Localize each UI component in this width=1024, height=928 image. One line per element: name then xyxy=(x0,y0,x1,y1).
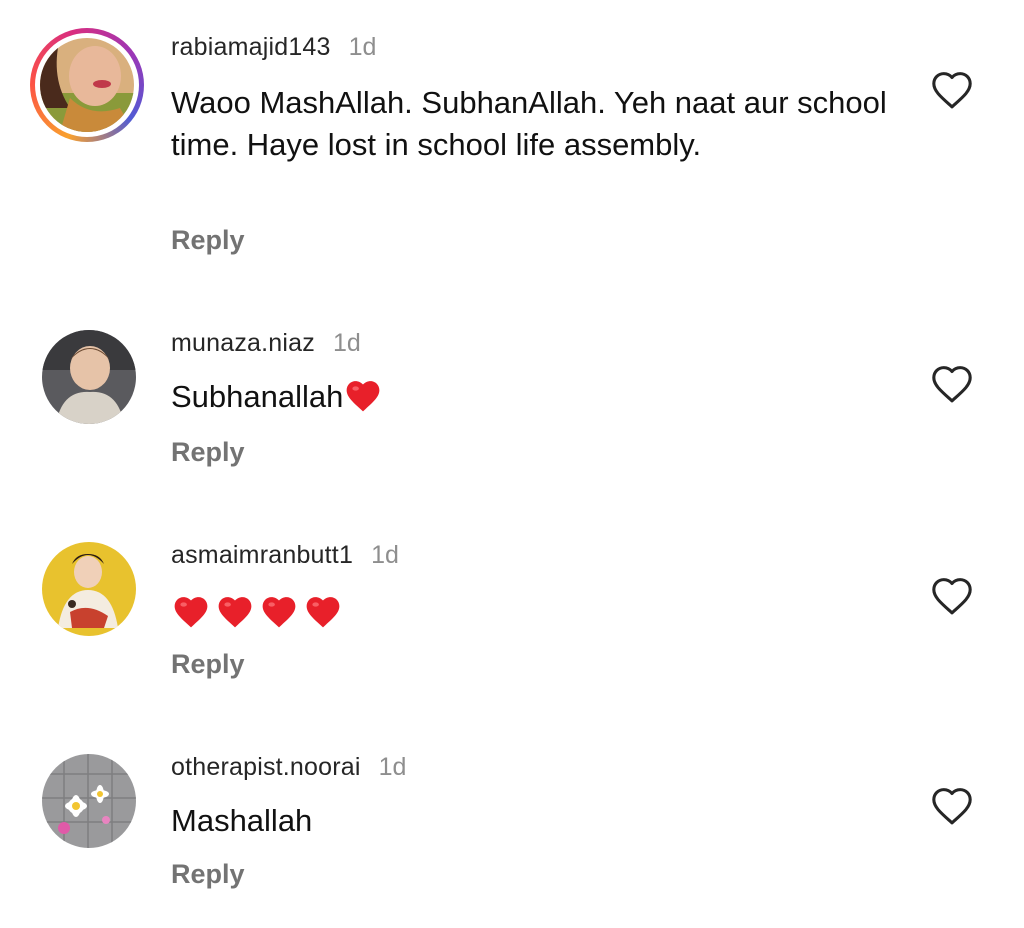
comment-meta: rabiamajid143 1d xyxy=(171,32,376,62)
like-icon[interactable] xyxy=(930,576,974,616)
comment-text xyxy=(171,588,891,630)
username[interactable]: rabiamajid143 xyxy=(171,33,331,61)
comment-text-body: Subhanallah xyxy=(171,379,344,414)
avatar[interactable] xyxy=(42,330,136,424)
story-ring[interactable] xyxy=(30,28,144,142)
like-icon[interactable] xyxy=(930,786,974,826)
comment-meta: otherapist.noorai 1d xyxy=(171,752,406,782)
like-icon[interactable] xyxy=(930,70,974,110)
reply-button[interactable]: Reply xyxy=(171,436,245,468)
reply-button[interactable]: Reply xyxy=(171,224,245,256)
heart-emoji-icon xyxy=(306,596,340,628)
avatar[interactable] xyxy=(42,542,136,636)
comment-text: Subhanallah xyxy=(171,376,891,424)
heart-emojis xyxy=(171,593,343,629)
timestamp: 1d xyxy=(378,753,407,781)
reply-button[interactable]: Reply xyxy=(171,858,245,890)
username[interactable]: asmaimranbutt1 xyxy=(171,541,353,569)
comment-item: asmaimranbutt1 1d Reply xyxy=(0,512,1024,712)
timestamp: 1d xyxy=(348,33,377,61)
heart-emoji-icon xyxy=(174,596,208,628)
reply-button[interactable]: Reply xyxy=(171,648,245,680)
timestamp: 1d xyxy=(371,541,399,569)
timestamp: 1d xyxy=(332,329,361,357)
username[interactable]: munaza.niaz xyxy=(171,329,315,357)
heart-emoji-icon xyxy=(218,596,252,628)
like-icon[interactable] xyxy=(930,364,974,404)
comment-meta: asmaimranbutt1 1d xyxy=(171,540,399,570)
comment-text: Waoo MashAllah. SubhanAllah. Yeh naat au… xyxy=(171,85,887,162)
heart-emoji-icon xyxy=(262,596,296,628)
avatar[interactable] xyxy=(42,754,136,848)
username[interactable]: otherapist.noorai xyxy=(171,753,361,781)
avatar[interactable] xyxy=(40,38,134,132)
comment-text: Mashallah xyxy=(171,803,313,838)
comment-item: munaza.niaz 1d Subhanallah Reply xyxy=(0,300,1024,500)
comment-item: rabiamajid143 1d Waoo MashAllah. SubhanAl… xyxy=(0,0,1024,290)
heart-emoji-icon xyxy=(343,377,383,424)
comment-item: otherapist.noorai 1d Mashallah Reply xyxy=(0,724,1024,928)
comment-meta: munaza.niaz 1d xyxy=(171,328,361,358)
